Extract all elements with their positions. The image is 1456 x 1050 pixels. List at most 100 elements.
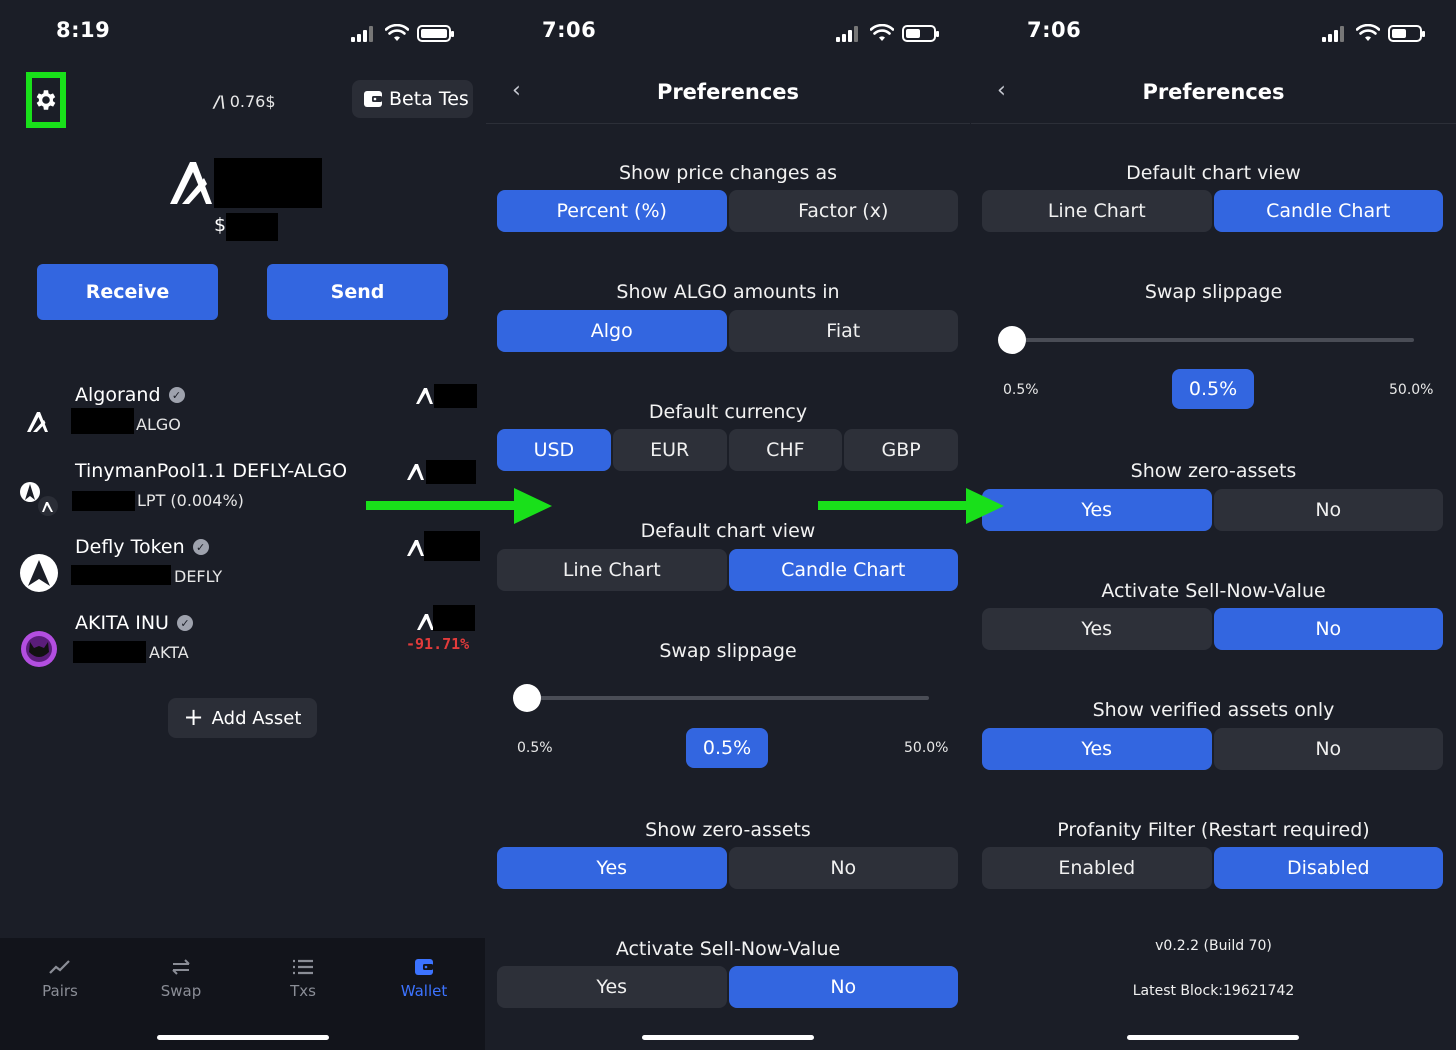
chart-view-label: Default chart view <box>1126 162 1301 184</box>
asset-row-defly[interactable]: Defly Token ✓ DEFLY <box>0 531 485 606</box>
preferences-screen-bottom: 7:06 ‹ Preferences Default chart view Li… <box>971 0 1456 1050</box>
slippage-slider[interactable] <box>513 684 929 712</box>
option-no[interactable]: No <box>1213 608 1443 650</box>
verified-icon: ✓ <box>192 539 209 555</box>
wallet-icon <box>364 91 382 107</box>
settings-button[interactable] <box>26 72 66 128</box>
wallet-icon <box>415 959 433 975</box>
algo-amounts-label: Show ALGO amounts in <box>616 281 840 303</box>
green-arrow-icon <box>818 488 1004 524</box>
latest-block-text: Latest Block:19621742 <box>1132 983 1295 999</box>
option-no[interactable]: No <box>1213 728 1443 770</box>
option-no[interactable]: No <box>728 966 958 1008</box>
option-yes[interactable]: Yes <box>982 489 1212 531</box>
default-currency-toggle: USD EUR CHF GBP <box>497 429 958 471</box>
asset-unit: ALGO <box>136 415 181 434</box>
fiat-symbol: $ <box>214 214 227 236</box>
chart-view-toggle: Line Chart Candle Chart <box>982 190 1443 232</box>
option-algo[interactable]: Algo <box>497 310 727 352</box>
swap-icon <box>172 959 190 975</box>
option-candle-chart[interactable]: Candle Chart <box>728 549 958 591</box>
asset-unit: DEFLY <box>174 567 223 586</box>
option-enabled[interactable]: Enabled <box>982 847 1212 889</box>
option-usd[interactable]: USD <box>497 429 611 471</box>
asset-unit: LPT (0.004%) <box>137 491 244 510</box>
amount-redacted <box>71 565 171 585</box>
price-changes-label: Show price changes as <box>618 162 838 184</box>
slider-max-label: 50.0% <box>904 740 949 756</box>
sell-now-toggle: Yes No <box>497 966 958 1008</box>
signal-icon <box>836 26 860 42</box>
option-fiat[interactable]: Fiat <box>728 310 958 352</box>
slider-track <box>515 696 929 700</box>
profanity-filter-label: Profanity Filter (Restart required) <box>1057 819 1370 841</box>
option-factor[interactable]: Factor (x) <box>728 190 958 232</box>
asset-unit: AKTA <box>149 643 189 662</box>
algo-icon <box>416 388 433 404</box>
battery-icon <box>1388 25 1425 42</box>
signal-icon <box>1322 26 1346 42</box>
price-changes-toggle: Percent (%) Factor (x) <box>497 190 958 232</box>
verified-only-toggle: Yes No <box>982 728 1443 770</box>
status-bar: 7:06 <box>486 18 970 48</box>
option-disabled[interactable]: Disabled <box>1213 847 1443 889</box>
home-indicator <box>157 1035 329 1040</box>
option-line-chart[interactable]: Line Chart <box>982 190 1212 232</box>
option-eur[interactable]: EUR <box>612 429 727 471</box>
tab-txs[interactable]: Txs <box>258 956 348 1000</box>
slider-max-label: 50.0% <box>1389 382 1434 398</box>
page-title: Preferences <box>1142 80 1285 104</box>
zero-assets-toggle: Yes No <box>982 489 1443 531</box>
status-time: 8:19 <box>56 18 111 42</box>
option-yes[interactable]: Yes <box>497 847 727 889</box>
status-time: 7:06 <box>542 18 597 42</box>
status-bar: 8:19 <box>0 18 485 48</box>
algo-logo-icon: /\ <box>214 92 226 111</box>
option-no[interactable]: No <box>1213 489 1443 531</box>
account-button[interactable]: Beta Tes <box>352 80 473 118</box>
verified-icon: ✓ <box>176 615 193 631</box>
option-chf[interactable]: CHF <box>728 429 843 471</box>
option-percent[interactable]: Percent (%) <box>497 190 727 232</box>
add-asset-button[interactable]: + Add Asset <box>168 698 317 738</box>
status-time: 7:06 <box>1027 18 1082 42</box>
option-yes[interactable]: Yes <box>982 728 1212 770</box>
wifi-icon <box>1356 24 1380 41</box>
akita-price-change: -91.71% <box>406 635 470 653</box>
default-currency-label: Default currency <box>648 401 808 423</box>
tab-pairs[interactable]: Pairs <box>15 956 105 1000</box>
option-yes[interactable]: Yes <box>982 608 1212 650</box>
defly-icon <box>20 554 58 592</box>
swap-slippage-label: Swap slippage <box>659 640 797 662</box>
send-button[interactable]: Send <box>267 264 448 320</box>
receive-button[interactable]: Receive <box>37 264 218 320</box>
tab-swap[interactable]: Swap <box>136 956 226 1000</box>
option-line-chart[interactable]: Line Chart <box>497 549 727 591</box>
status-bar: 7:06 <box>971 18 1456 48</box>
asset-row-algorand[interactable]: Algorand ✓ ALGO <box>0 384 485 454</box>
slider-min-label: 0.5% <box>1003 382 1039 398</box>
tab-wallet[interactable]: Wallet <box>379 956 469 1000</box>
home-indicator <box>642 1035 814 1040</box>
option-candle-chart[interactable]: Candle Chart <box>1213 190 1443 232</box>
verified-only-label: Show verified assets only <box>1092 699 1335 721</box>
sell-now-label: Activate Sell-Now-Value <box>615 938 841 960</box>
tinyman-pool-icon <box>20 478 58 516</box>
value-redacted <box>433 605 475 631</box>
plus-icon: + <box>183 702 204 731</box>
option-gbp[interactable]: GBP <box>844 429 958 471</box>
sell-now-label: Activate Sell-Now-Value <box>1101 580 1326 602</box>
slippage-slider[interactable] <box>998 326 1414 354</box>
algorand-logo-icon <box>170 162 212 204</box>
battery-icon <box>417 25 454 42</box>
home-indicator <box>1127 1035 1299 1040</box>
version-text: v0.2.2 (Build 70) <box>1155 938 1272 954</box>
slider-thumb[interactable] <box>998 326 1026 354</box>
slider-track <box>1000 338 1414 342</box>
chart-view-toggle: Line Chart Candle Chart <box>497 549 958 591</box>
slider-thumb[interactable] <box>513 684 541 712</box>
zero-assets-toggle: Yes No <box>497 847 958 889</box>
sell-now-toggle: Yes No <box>982 608 1443 650</box>
option-no[interactable]: No <box>728 847 958 889</box>
option-yes[interactable]: Yes <box>497 966 727 1008</box>
